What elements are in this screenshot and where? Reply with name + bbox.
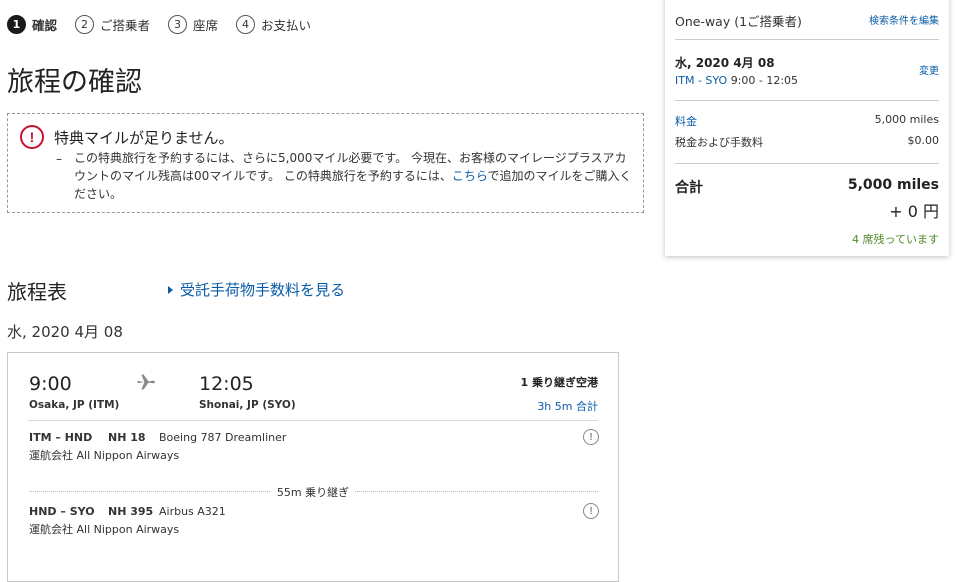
divider xyxy=(28,420,598,421)
segment-operator: 運航会社 All Nippon Airways xyxy=(29,523,180,536)
arrive-city: Shonai, JP (SYO) xyxy=(199,399,296,411)
airplane-icon xyxy=(137,374,155,390)
buy-miles-link[interactable]: こちら xyxy=(452,169,488,183)
baggage-fees-link[interactable]: 受託手荷物手数料を見る xyxy=(168,279,345,300)
total-label: 合計 xyxy=(675,180,703,196)
layover-label: 55m 乗り継ぎ xyxy=(270,486,356,499)
edit-search-link[interactable]: 検索条件を編集 xyxy=(869,12,939,27)
itinerary-title: 旅程表 xyxy=(7,280,67,304)
total-yen: + 0 円 xyxy=(889,202,939,221)
step-number: 1 xyxy=(7,15,26,34)
summary-date: 水, 2020 4月 08 xyxy=(675,56,775,70)
step-number: 3 xyxy=(168,15,188,34)
segment-flight-number: NH 18 xyxy=(108,431,146,444)
total-miles: 5,000 miles xyxy=(847,177,939,193)
fare-value: 5,000 miles xyxy=(874,113,939,126)
step-passengers: 2 ご搭乗者 xyxy=(75,15,150,34)
step-number: 2 xyxy=(75,15,95,34)
insufficient-miles-alert: ! 特典マイルが足りません。 – この特典旅行を予約するには、さらに5,000マ… xyxy=(7,113,644,213)
baggage-fees-label: 受託手荷物手数料を見る xyxy=(180,281,346,299)
trip-type: One-way (1ご搭乗者) xyxy=(675,14,802,29)
segment-info-icon[interactable]: ! xyxy=(583,429,599,445)
connection-count: 1 乗り継ぎ空港 xyxy=(520,376,598,389)
divider xyxy=(675,39,939,40)
segment-flight-number: NH 395 xyxy=(108,505,154,518)
change-flight-link[interactable]: 変更 xyxy=(919,62,939,77)
depart-time: 9:00 xyxy=(29,373,72,395)
alert-circle-icon: ! xyxy=(20,125,44,149)
divider xyxy=(675,163,939,164)
tax-value: $0.00 xyxy=(907,134,940,147)
segment-route: HND – SYO xyxy=(29,505,95,518)
segment-route: ITM – HND xyxy=(29,431,93,444)
divider xyxy=(675,100,939,101)
alert-dash: – xyxy=(56,152,62,166)
progress-steps: 1 確認 2 ご搭乗者 3 座席 4 お支払い xyxy=(7,15,329,34)
step-label: お支払い xyxy=(261,18,312,33)
segment-operator: 運航会社 All Nippon Airways xyxy=(29,449,180,462)
segment-info-icon[interactable]: ! xyxy=(583,503,599,519)
layover-duration: 55m 乗り継ぎ xyxy=(8,484,618,500)
tax-label: 税金および手数料 xyxy=(675,136,763,149)
step-confirm: 1 確認 xyxy=(7,15,57,34)
segment-aircraft: Airbus A321 xyxy=(159,505,226,518)
flight-card: 9:00 Osaka, JP (ITM) 12:05 Shonai, JP (S… xyxy=(7,352,619,582)
route-codes[interactable]: ITM - SYO xyxy=(675,74,727,87)
total-duration[interactable]: 3h 5m 合計 xyxy=(537,398,598,414)
depart-city: Osaka, JP (ITM) xyxy=(29,399,120,411)
summary-route: ITM - SYO 9:00 - 12:05 xyxy=(675,74,798,87)
step-payment: 4 お支払い xyxy=(236,15,311,34)
step-seats: 3 座席 xyxy=(168,15,218,34)
step-label: ご搭乗者 xyxy=(100,18,151,33)
step-label: 座席 xyxy=(193,18,219,33)
page-title: 旅程の確認 xyxy=(7,67,142,98)
step-label: 確認 xyxy=(32,18,58,33)
trip-summary-panel: One-way (1ご搭乗者) 検索条件を編集 水, 2020 4月 08 変更… xyxy=(665,0,949,256)
alert-title: 特典マイルが足りません。 xyxy=(54,129,234,147)
alert-message: この特典旅行を予約するには、さらに5,000マイル必要です。 今現在、お客様のマ… xyxy=(74,149,634,203)
itinerary-date: 水, 2020 4月 08 xyxy=(7,323,123,341)
segment-aircraft: Boeing 787 Dreamliner xyxy=(159,431,287,444)
caret-right-icon xyxy=(168,285,173,294)
step-number: 4 xyxy=(236,15,256,34)
arrive-time: 12:05 xyxy=(199,373,254,395)
seats-remaining: 4 席残っています xyxy=(852,233,939,246)
fare-label[interactable]: 料金 xyxy=(675,113,697,129)
route-times: 9:00 - 12:05 xyxy=(730,74,799,87)
